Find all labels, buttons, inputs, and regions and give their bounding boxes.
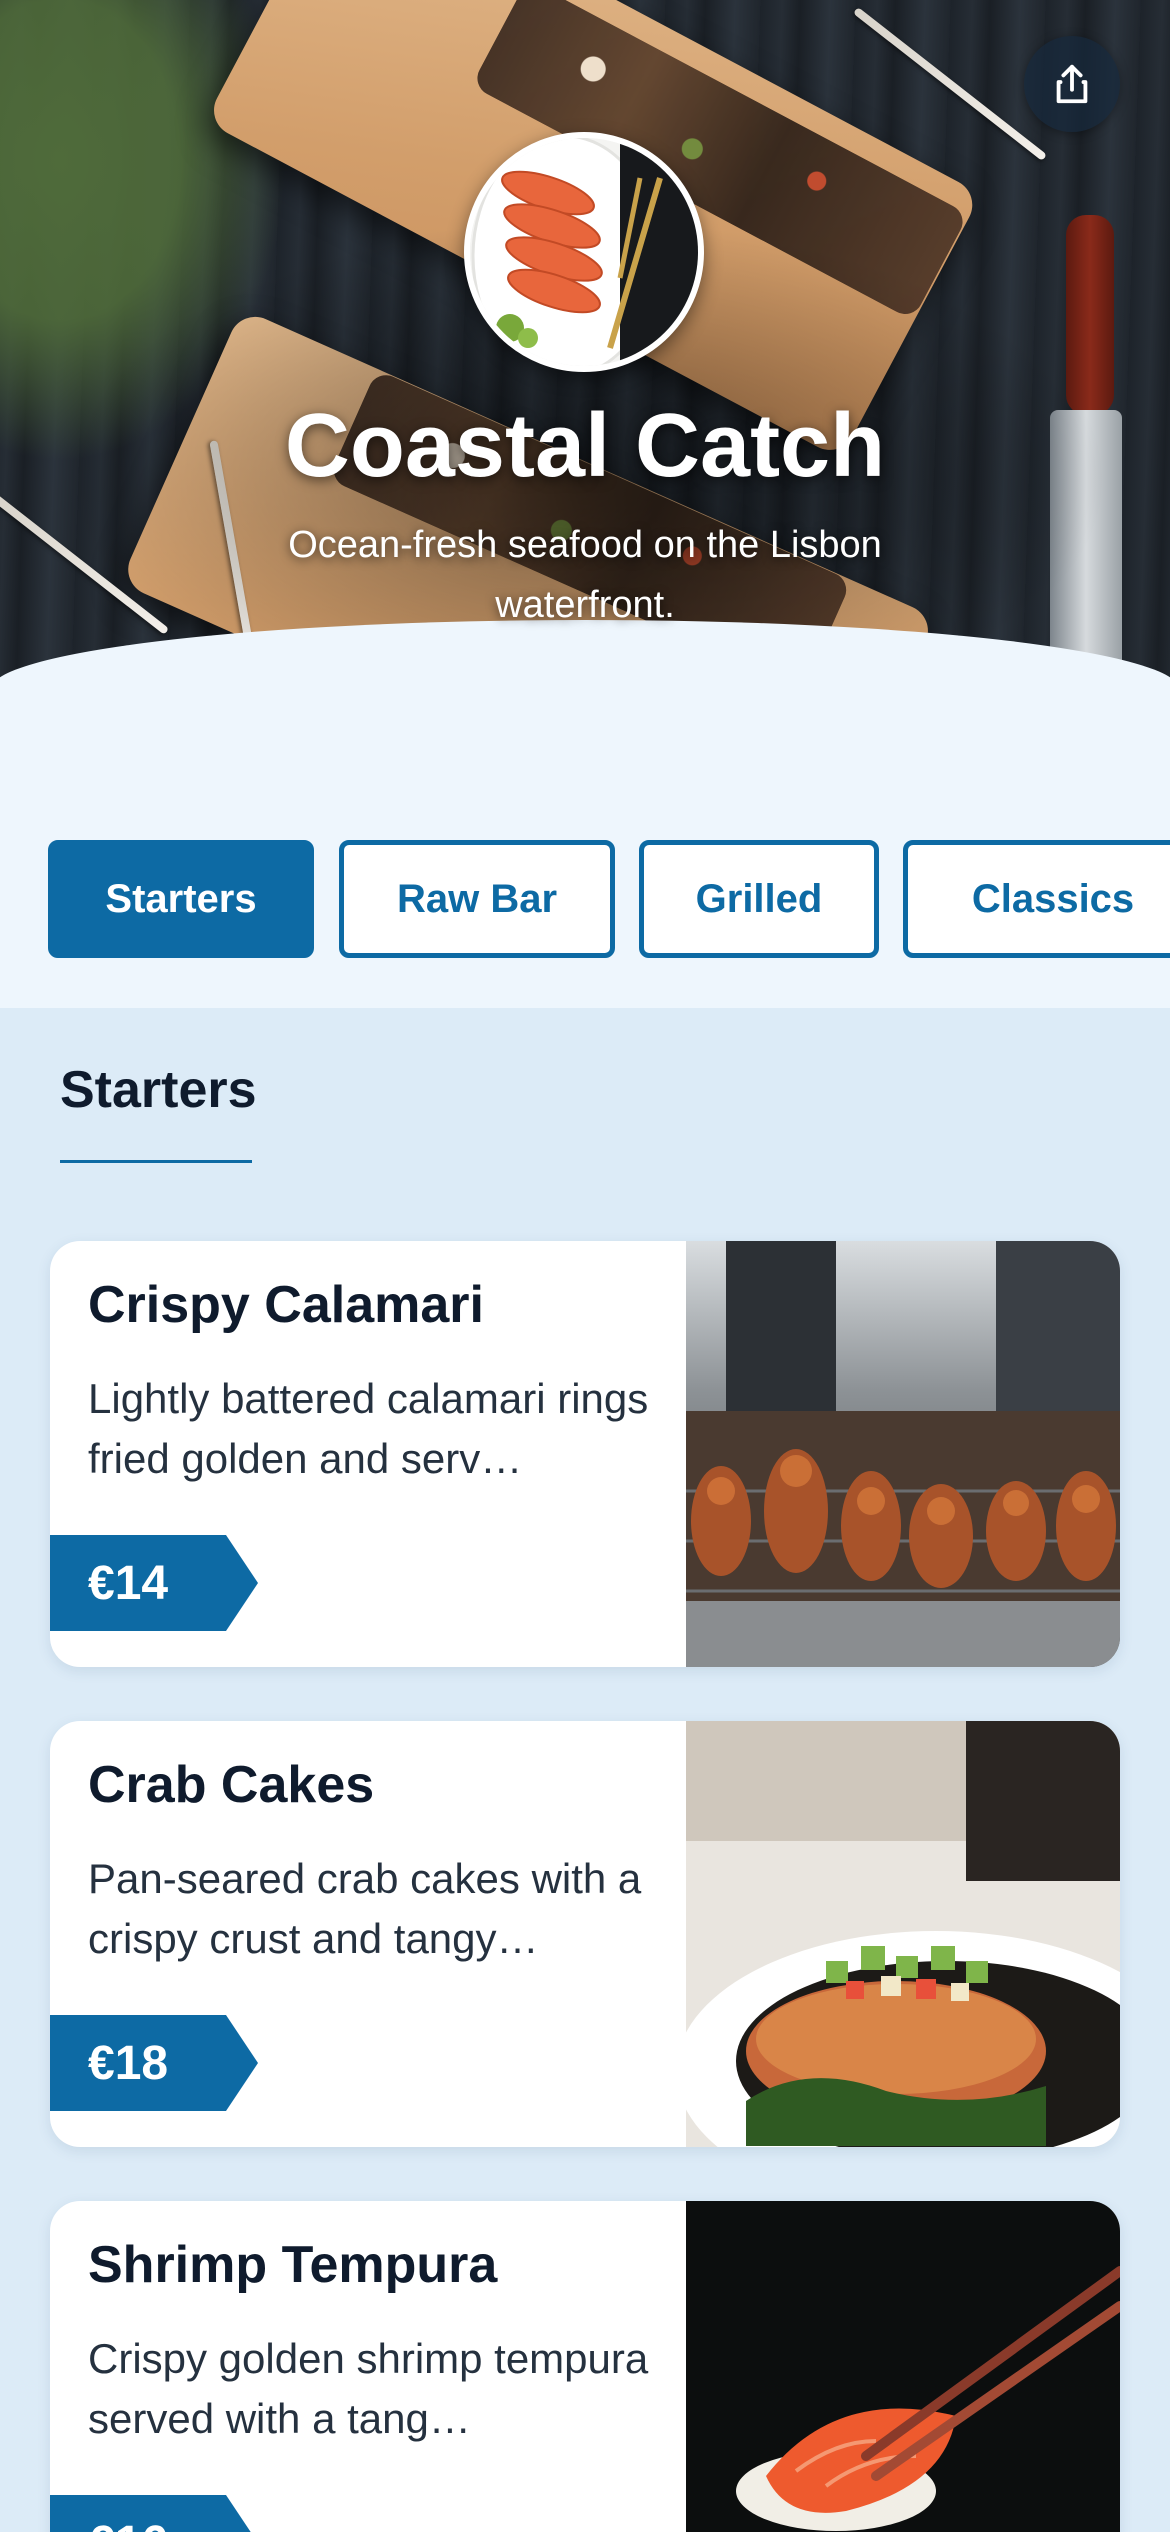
item-price: €14 bbox=[50, 1535, 258, 1631]
salmon-nigiri-chopsticks-photo bbox=[686, 2201, 1120, 2532]
restaurant-name: Coastal Catch bbox=[284, 396, 886, 496]
menu-item-card[interactable]: Crab Cakes Pan-seared crab cakes with a … bbox=[50, 1721, 1120, 2147]
tab-grilled[interactable]: Grilled bbox=[639, 840, 879, 958]
share-button[interactable] bbox=[1024, 36, 1120, 132]
section-underline bbox=[60, 1160, 252, 1163]
share-icon bbox=[1056, 64, 1088, 104]
item-name: Shrimp Tempura bbox=[88, 2236, 498, 2294]
shrimp-plate-logo bbox=[470, 138, 698, 366]
item-name: Crab Cakes bbox=[88, 1756, 375, 1814]
grilled-skewers-photo bbox=[686, 1241, 1120, 1667]
seared-salmon-plate-photo bbox=[686, 1721, 1120, 2147]
tab-raw-bar[interactable]: Raw Bar bbox=[339, 840, 615, 958]
item-description: Crispy golden shrimp tempura served with… bbox=[88, 2335, 649, 2442]
item-price: €18 bbox=[50, 2015, 258, 2111]
section-title: Starters bbox=[60, 1061, 257, 1119]
item-price: €16 bbox=[50, 2495, 258, 2532]
restaurant-tagline: Ocean-fresh seafood on the Lisbon waterf… bbox=[288, 524, 882, 626]
tab-classics[interactable]: Classics bbox=[903, 840, 1170, 958]
item-description: Pan-seared crab cakes with a crispy crus… bbox=[88, 1855, 642, 1962]
menu-item-card[interactable]: Shrimp Tempura Crispy golden shrimp temp… bbox=[50, 2201, 1120, 2532]
item-description: Lightly battered calamari rings fried go… bbox=[88, 1375, 649, 1482]
item-name: Crispy Calamari bbox=[88, 1276, 484, 1334]
restaurant-logo bbox=[464, 132, 704, 372]
menu-item-card[interactable]: Crispy Calamari Lightly battered calamar… bbox=[50, 1241, 1120, 1667]
tab-starters[interactable]: Starters bbox=[48, 840, 314, 958]
